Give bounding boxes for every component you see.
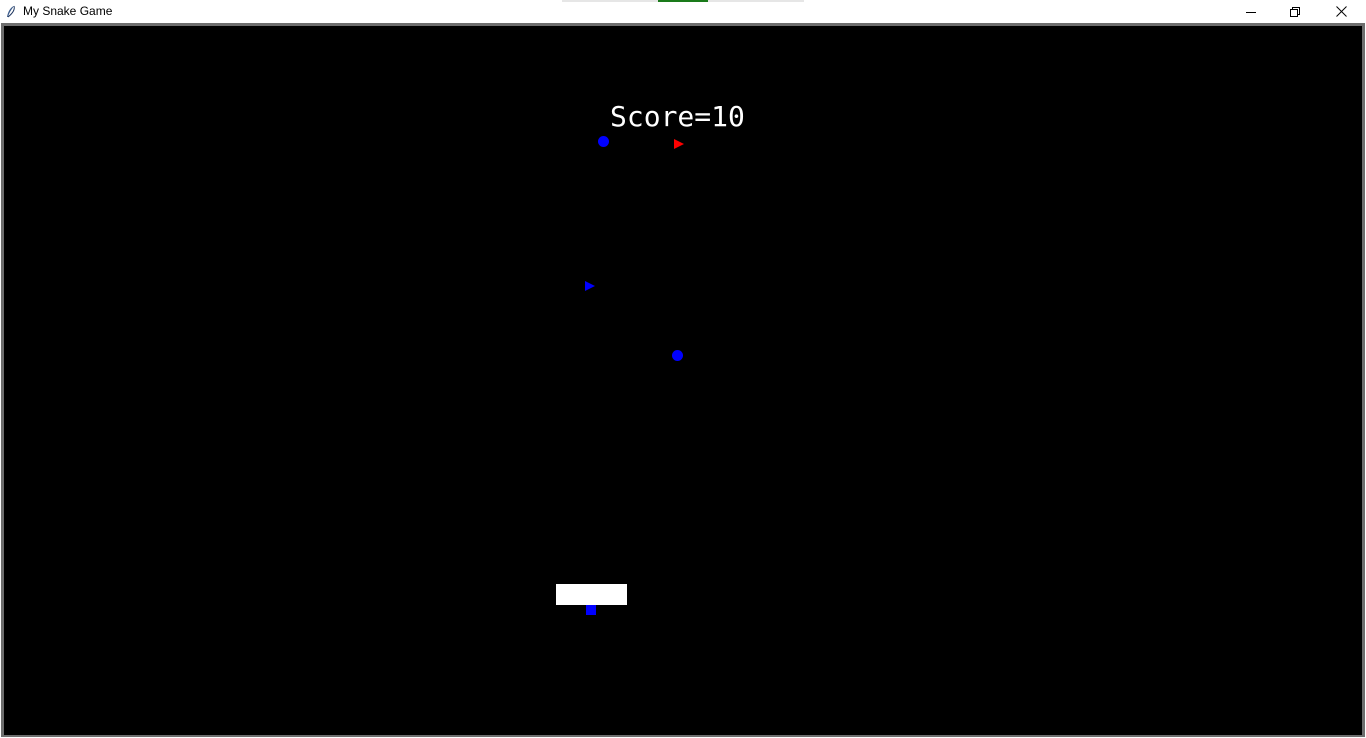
snake-head	[586, 605, 596, 615]
close-button[interactable]	[1318, 0, 1364, 23]
window-title: My Snake Game	[23, 4, 113, 18]
restore-icon	[1290, 6, 1300, 17]
minimize-icon	[1246, 7, 1256, 17]
game-canvas[interactable]: Score=10	[4, 26, 1362, 735]
score-label: Score=10	[610, 100, 745, 133]
blue-triangle-entity	[585, 281, 595, 291]
app-window: My Snake Game Score=10	[0, 0, 1366, 738]
red-triangle-entity	[674, 139, 684, 149]
minimize-button[interactable]	[1228, 0, 1274, 23]
close-icon	[1335, 6, 1347, 17]
blue-circle-entity	[598, 136, 609, 147]
blue-circle-entity	[672, 350, 683, 361]
title-bar[interactable]: My Snake Game	[0, 0, 1366, 23]
white-block	[556, 584, 627, 605]
taskbar-hint-active	[658, 0, 708, 2]
restore-button[interactable]	[1272, 0, 1318, 23]
feather-icon	[5, 4, 17, 18]
